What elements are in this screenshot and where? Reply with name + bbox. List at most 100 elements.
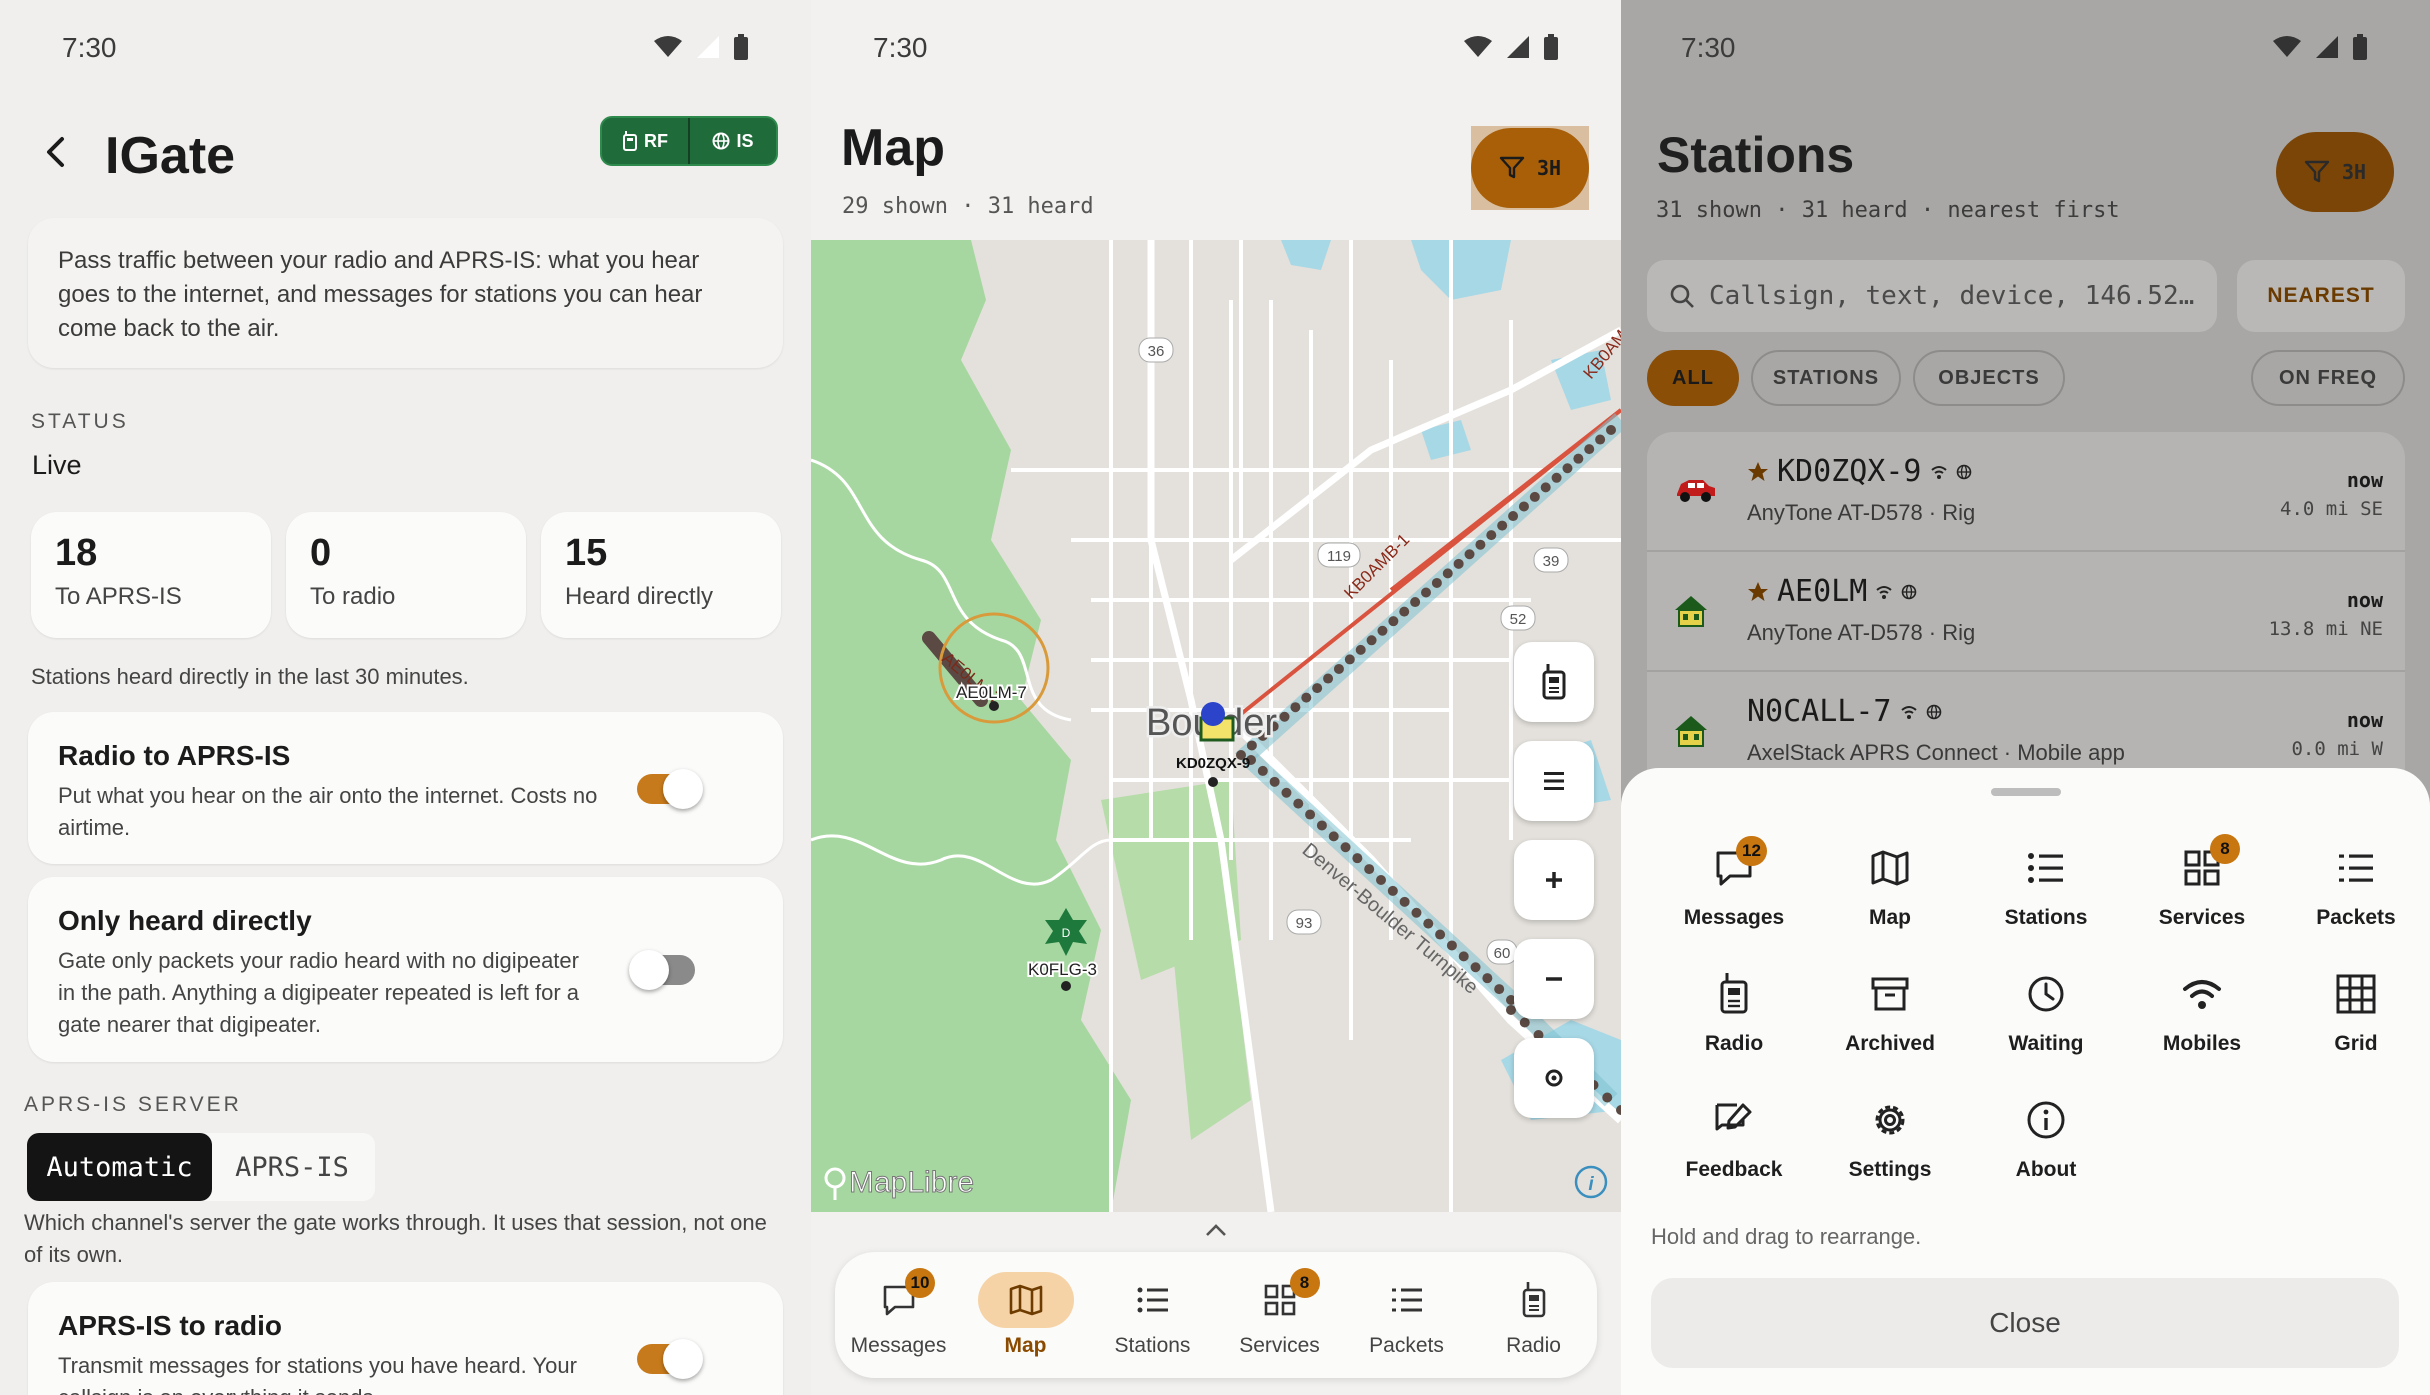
- zoom-out-button[interactable]: [1514, 939, 1594, 1019]
- track-dot: [1540, 482, 1551, 493]
- sheet-item-map[interactable]: Map: [1815, 840, 1965, 930]
- track-dot: [1562, 463, 1573, 474]
- stat-label: Heard directly: [565, 583, 714, 610]
- nav-packets[interactable]: Packets: [1343, 1252, 1470, 1378]
- sheet-item-archived[interactable]: Archived: [1815, 966, 1965, 1056]
- radio-icon: [1522, 1282, 1545, 1318]
- nav-label: Services: [1239, 1334, 1320, 1357]
- menu-icon: [1544, 772, 1564, 790]
- sheet-item-mobiles[interactable]: Mobiles: [2127, 966, 2277, 1056]
- track-dot: [1606, 425, 1616, 435]
- station-dot[interactable]: [989, 701, 999, 711]
- chevron-up-icon[interactable]: [1204, 1222, 1228, 1238]
- station-dot[interactable]: [1061, 981, 1071, 991]
- sheet-item-stations[interactable]: Stations: [1971, 840, 2121, 930]
- svg-text:D: D: [1062, 926, 1071, 940]
- track-dot: [1344, 654, 1355, 665]
- station-callsign: AE0LM: [1747, 574, 1917, 609]
- track-dot: [1388, 616, 1399, 627]
- wifi-icon: [1930, 465, 1947, 479]
- sheet-item-services[interactable]: 8 Services: [2127, 834, 2277, 930]
- nav-messages[interactable]: 10 Messages: [835, 1252, 962, 1378]
- track-dot: [1269, 776, 1280, 787]
- map-subtitle: 29 shown · 31 heard: [842, 194, 1094, 219]
- is-to-radio-card[interactable]: APRS-IS to radio Transmit messages for s…: [28, 1282, 783, 1395]
- server-selector[interactable]: Automatic APRS-IS: [27, 1133, 375, 1201]
- setting-title: APRS-IS to radio: [58, 1310, 283, 1341]
- filter-icon: [2304, 160, 2330, 183]
- track-dot: [1352, 853, 1363, 864]
- callsign-text: N0CALL-7: [1747, 694, 1892, 729]
- sheet-label: Grid: [2334, 1032, 2378, 1055]
- time-filter-button[interactable]: 3H: [1471, 128, 1589, 208]
- station-row[interactable]: AE0LM AnyTone AT-D578 · Rig now 13.8 mi …: [1647, 552, 2405, 672]
- station-cluster-icon[interactable]: [1201, 702, 1225, 726]
- chip-objects[interactable]: OBJECTS: [1913, 350, 2065, 406]
- sheet-label: Map: [1869, 906, 1911, 929]
- track-dot: [1290, 702, 1301, 713]
- wifi-icon: [1876, 585, 1892, 599]
- close-button[interactable]: Close: [1651, 1278, 2399, 1368]
- mode-is[interactable]: IS: [688, 118, 776, 164]
- locate-me-button[interactable]: [1514, 1038, 1594, 1118]
- only-heard-switch[interactable]: [629, 950, 695, 990]
- nav-label: Packets: [1369, 1334, 1444, 1357]
- mode-rf[interactable]: RF: [602, 118, 688, 164]
- map-canvas[interactable]: 36 119 39 52 93 60 KB0AMB-1 KB0AM AE0LM-…: [811, 240, 1621, 1212]
- services-badge: 8: [2210, 834, 2240, 864]
- chip-stations[interactable]: STATIONS: [1751, 350, 1901, 406]
- is-to-radio-switch[interactable]: [637, 1339, 703, 1379]
- layers-menu-button[interactable]: [1514, 741, 1594, 821]
- signal-icon: [697, 36, 719, 58]
- nav-map[interactable]: Map: [962, 1252, 1089, 1378]
- globe-icon: [1956, 464, 1971, 479]
- chip-all[interactable]: ALL: [1647, 350, 1739, 406]
- page-title: Map: [841, 119, 945, 177]
- chip-on-freq[interactable]: ON FREQ: [2251, 350, 2405, 406]
- track-dot: [1328, 831, 1339, 842]
- sheet-item-radio[interactable]: Radio: [1659, 966, 1809, 1056]
- sheet-item-feedback[interactable]: Feedback: [1659, 1092, 1809, 1182]
- server-aprs-is[interactable]: APRS-IS: [212, 1133, 372, 1201]
- route-shield-60: 60: [1486, 939, 1518, 965]
- sheet-item-about[interactable]: About: [1971, 1092, 2121, 1182]
- nav-radio[interactable]: Radio: [1470, 1252, 1597, 1378]
- sheet-item-settings[interactable]: Settings: [1815, 1092, 1965, 1182]
- packets-icon: [1391, 1288, 1422, 1312]
- nav-stations[interactable]: Stations: [1089, 1252, 1216, 1378]
- zoom-in-button[interactable]: [1514, 840, 1594, 920]
- svg-text:i: i: [1588, 1174, 1594, 1195]
- station-row[interactable]: KD0ZQX-9 AnyTone AT-D578 · Rig now 4.0 m…: [1647, 432, 2405, 552]
- sheet-item-packets[interactable]: Packets: [2281, 840, 2430, 930]
- nav-services[interactable]: 8 Services: [1216, 1252, 1343, 1378]
- radio-to-is-card[interactable]: Radio to APRS-IS Put what you hear on th…: [28, 712, 783, 864]
- sort-nearest-button[interactable]: NEAREST: [2237, 260, 2405, 332]
- radio-layer-button[interactable]: [1514, 642, 1594, 722]
- track-dot: [1453, 558, 1464, 569]
- signal-icon: [1507, 36, 1529, 58]
- time-filter-button[interactable]: 3H: [2276, 132, 2394, 212]
- house-icon: [1675, 596, 1707, 627]
- sheet-item-waiting[interactable]: Waiting: [1971, 966, 2121, 1056]
- map-view[interactable]: 36 119 39 52 93 60 KB0AMB-1 KB0AM AE0LM-…: [811, 240, 1621, 1212]
- station-dot[interactable]: [1208, 777, 1218, 787]
- svg-text:93: 93: [1296, 915, 1313, 932]
- map-screen: 7:30 Map 29 shown · 31 heard 3H 36 119 3…: [811, 0, 1621, 1395]
- track-dot: [1431, 577, 1442, 588]
- only-heard-card[interactable]: Only heard directly Gate only packets yo…: [28, 877, 783, 1062]
- track-dot: [1257, 765, 1268, 776]
- radio-to-is-switch[interactable]: [637, 769, 703, 809]
- back-arrow-icon[interactable]: [38, 134, 74, 170]
- mode-toggle[interactable]: RF IS: [600, 116, 778, 166]
- clock-icon: [2028, 976, 2064, 1012]
- track-dot: [1399, 606, 1410, 617]
- svg-text:36: 36: [1148, 343, 1165, 360]
- sheet-item-grid[interactable]: Grid: [2281, 966, 2430, 1056]
- server-automatic[interactable]: Automatic: [27, 1133, 212, 1201]
- status-header: STATUS: [31, 410, 129, 433]
- drag-handle[interactable]: [1991, 788, 2061, 796]
- search-input[interactable]: Callsign, text, device, 146.52…: [1647, 260, 2217, 332]
- sheet-item-messages[interactable]: 12 Messages: [1659, 836, 1809, 930]
- track-dot: [1494, 984, 1505, 995]
- station-device: AnyTone AT-D578 · Rig: [1747, 500, 1976, 525]
